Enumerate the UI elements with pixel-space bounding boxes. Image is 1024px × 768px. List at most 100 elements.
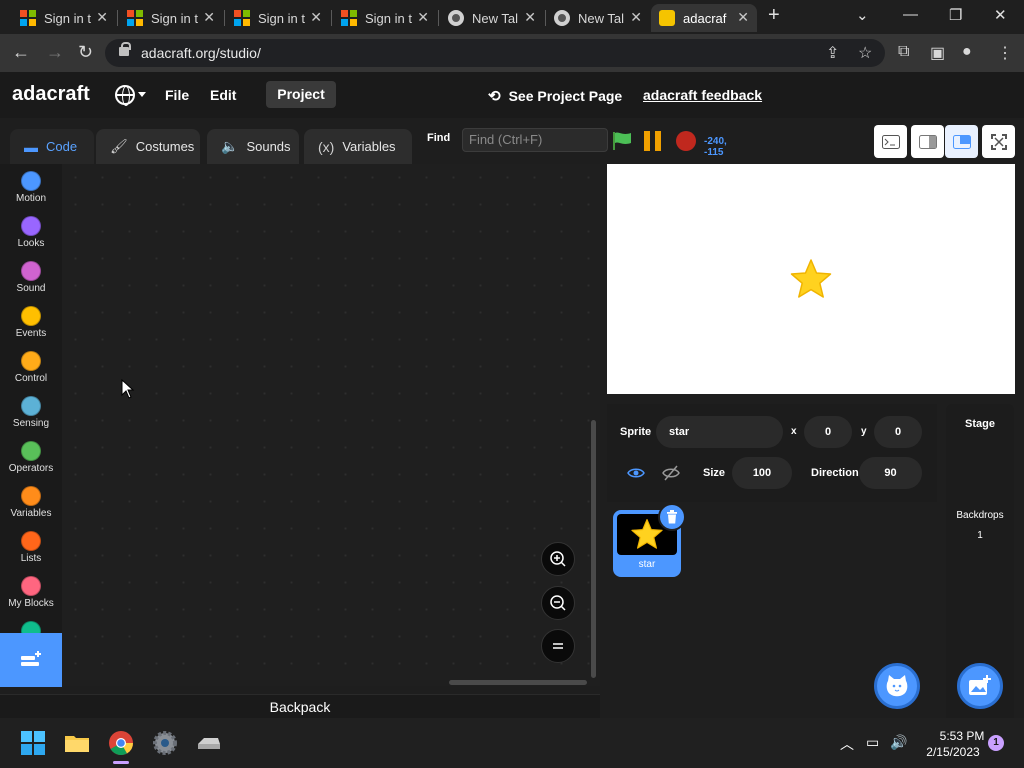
address-bar[interactable]: adacraft.org/studio/ (105, 39, 885, 67)
app-logo[interactable]: adacraft (12, 83, 90, 106)
tab-divider (117, 10, 118, 26)
category-label: Variables (10, 508, 52, 519)
forward-button[interactable]: → (46, 42, 64, 63)
caret-down-icon[interactable] (138, 92, 146, 97)
more-menu-icon[interactable]: ⋮ (997, 43, 1013, 63)
browser-tab[interactable]: Sign in t ✕ (12, 4, 116, 32)
browser-tab[interactable]: New Tal ✕ (440, 4, 544, 32)
browser-tab-active[interactable]: adacraf ✕ (651, 4, 757, 32)
browser-tab[interactable]: Sign in t ✕ (333, 4, 437, 32)
chrome-taskbar-icon[interactable] (108, 730, 134, 756)
feedback-link[interactable]: adacraft feedback (643, 87, 762, 103)
script-area[interactable] (62, 164, 600, 686)
category-looks[interactable]: Looks (0, 209, 62, 254)
minimize-button[interactable]: — (903, 6, 918, 23)
globe-icon[interactable] (115, 85, 135, 106)
clock-date[interactable]: 2/15/2023 (920, 745, 986, 759)
file-explorer-icon[interactable] (64, 730, 90, 756)
add-sprite-button[interactable] (874, 663, 920, 709)
category-control[interactable]: Control (0, 344, 62, 389)
see-project-page-link[interactable]: ⟲ See Project Page (488, 87, 622, 105)
extensions-icon[interactable]: ⧉ (898, 43, 909, 61)
restore-button[interactable]: ❐ (949, 6, 962, 24)
hide-sprite-icon[interactable] (662, 465, 680, 481)
small-stage-icon (918, 134, 937, 149)
backpack-bar[interactable]: Backpack (0, 694, 600, 718)
category-lists[interactable]: Lists (0, 524, 62, 569)
network-icon[interactable]: ▭ (866, 734, 879, 751)
zoom-in-button[interactable] (541, 542, 575, 576)
bookmark-star-icon[interactable]: ☆ (858, 43, 872, 63)
browser-tab[interactable]: New Tal ✕ (546, 4, 650, 32)
add-sprite-cat-icon (886, 675, 908, 697)
close-icon[interactable]: ✕ (96, 9, 108, 26)
stage-canvas[interactable] (607, 164, 1015, 394)
add-backdrop-button[interactable] (957, 663, 1003, 709)
settings-gear-icon[interactable] (152, 730, 178, 756)
close-window-button[interactable]: ✕ (994, 6, 1007, 24)
fullscreen-button[interactable] (982, 125, 1015, 158)
close-icon[interactable]: ✕ (203, 9, 215, 26)
add-extension-button[interactable] (0, 633, 62, 687)
vertical-scrollbar[interactable] (591, 420, 596, 678)
chevron-down-icon[interactable]: ⌄ (856, 6, 869, 24)
tab-sounds[interactable]: 🔈 Sounds (207, 129, 299, 164)
stop-icon[interactable] (676, 131, 696, 151)
tab-code[interactable]: ▬ Code (10, 129, 94, 164)
my-blocks-dot (21, 576, 41, 596)
close-icon[interactable]: ✕ (310, 9, 322, 26)
console-button[interactable] (874, 125, 907, 158)
share-icon[interactable]: ⇪ (826, 43, 839, 63)
direction-input[interactable]: 90 (859, 457, 922, 489)
category-label: My Blocks (8, 598, 54, 609)
side-panel-icon[interactable]: ▣ (930, 43, 945, 63)
close-icon[interactable]: ✕ (417, 9, 429, 26)
notification-badge[interactable]: 1 (988, 735, 1004, 751)
tray-chevron-up-icon[interactable]: ︿ (840, 734, 854, 754)
close-icon[interactable]: ✕ (524, 9, 536, 26)
sprite-name-input[interactable]: star (656, 416, 783, 448)
close-icon[interactable]: ✕ (737, 9, 749, 26)
zoom-out-button[interactable] (541, 586, 575, 620)
menu-file[interactable]: File (165, 87, 189, 103)
back-button[interactable]: ← (12, 42, 30, 63)
tab-variables[interactable]: (x) Variables (304, 129, 412, 164)
browser-tab[interactable]: Sign in t ✕ (119, 4, 223, 32)
delete-sprite-button[interactable] (658, 503, 686, 531)
windows-start-icon[interactable] (20, 730, 46, 756)
find-input[interactable]: Find (Ctrl+F) (462, 128, 608, 152)
star-sprite[interactable] (789, 258, 833, 302)
category-sensing[interactable]: Sensing (0, 389, 62, 434)
drive-icon[interactable] (196, 730, 222, 756)
horizontal-scrollbar[interactable] (449, 680, 587, 685)
volume-icon[interactable]: 🔊 (890, 734, 907, 751)
category-my-blocks[interactable]: My Blocks (0, 569, 62, 614)
menu-edit[interactable]: Edit (210, 87, 236, 103)
x-input[interactable]: 0 (804, 416, 852, 448)
category-events[interactable]: Events (0, 299, 62, 344)
tab-costumes[interactable]: 🖌 Costumes (96, 129, 200, 164)
profile-icon[interactable]: ● (962, 43, 972, 61)
category-sound[interactable]: Sound (0, 254, 62, 299)
large-stage-button[interactable] (945, 125, 978, 158)
size-input[interactable]: 100 (732, 457, 792, 489)
category-extension-partial[interactable] (0, 614, 62, 634)
category-motion[interactable]: Motion (0, 164, 62, 209)
category-variables[interactable]: Variables (0, 479, 62, 524)
zoom-reset-button[interactable] (541, 629, 575, 663)
reload-button[interactable]: ↻ (78, 42, 93, 63)
browser-tab[interactable]: Sign in t ✕ (226, 4, 330, 32)
close-icon[interactable]: ✕ (630, 9, 642, 26)
category-label: Control (14, 373, 48, 384)
url-text: adacraft.org/studio/ (141, 45, 261, 61)
category-operators[interactable]: Operators (0, 434, 62, 479)
pause-icon[interactable] (644, 131, 664, 151)
menu-project[interactable]: Project (266, 81, 336, 108)
green-flag-icon[interactable] (612, 132, 632, 150)
clock-time[interactable]: 5:53 PM (934, 729, 990, 743)
y-input[interactable]: 0 (874, 416, 922, 448)
variables-dot (21, 486, 41, 506)
show-sprite-icon[interactable] (627, 467, 645, 479)
new-tab-button[interactable]: + (768, 4, 780, 27)
small-stage-button[interactable] (911, 125, 944, 158)
